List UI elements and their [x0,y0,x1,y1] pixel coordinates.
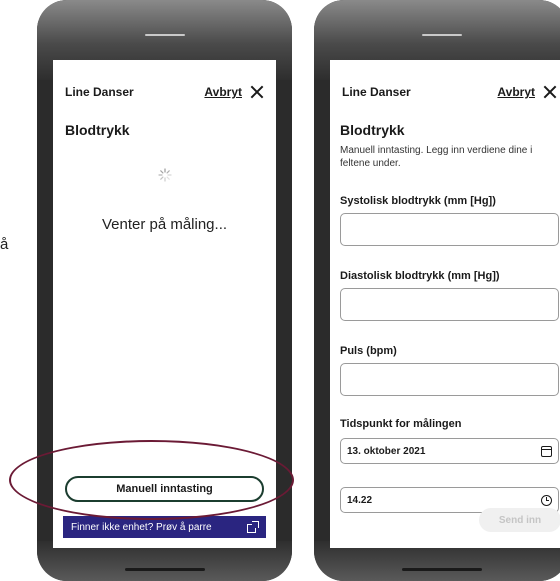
pair-device-bar[interactable]: Finner ikke enhet? Prøv å parre [63,516,266,538]
date-value: 13. oktober 2021 [347,445,426,457]
home-indicator [401,568,482,571]
header-actions: Avbryt [204,85,264,99]
page-subtitle: Manuell inntasting. Legg inn verdiene di… [340,145,533,169]
time-label: Tidspunkt for målingen [340,418,462,430]
screen-header: Line Danser Avbryt [65,82,264,102]
systolic-label: Systolisk blodtrykk (mm [Hg]) [340,195,496,207]
waiting-screen: Line Danser Avbryt Blodtrykk Venter på m… [53,60,276,548]
external-link-icon [247,520,259,533]
diastolic-input[interactable] [340,288,559,321]
manual-entry-screen: Line Danser Avbryt Blodtrykk Manuell inn… [330,60,560,548]
spinner-icon [157,168,172,182]
user-name: Line Danser [342,85,411,99]
clock-icon [541,494,552,506]
time-value: 14.22 [347,494,373,506]
page-title: Blodtrykk [65,122,130,138]
right-phone: Line Danser Avbryt Blodtrykk Manuell inn… [314,0,560,581]
header-actions: Avbryt [497,85,557,99]
home-indicator [124,568,205,571]
pulse-label: Puls (bpm) [340,345,397,357]
calendar-icon [541,445,552,457]
user-name: Line Danser [65,85,134,99]
waiting-message: Venter på måling... [101,216,228,233]
page-title: Blodtrykk [340,122,405,138]
manual-entry-button[interactable]: Manuell inntasting [65,476,264,502]
cancel-link[interactable]: Avbryt [497,85,535,99]
submit-button[interactable]: Send inn [479,508,560,532]
speaker [144,34,185,36]
screen-header: Line Danser Avbryt [342,82,557,102]
close-icon[interactable] [543,85,557,99]
pair-device-label: Finner ikke enhet? Prøv å parre [71,521,212,533]
cancel-link[interactable]: Avbryt [204,85,242,99]
date-field[interactable]: 13. oktober 2021 [340,438,559,464]
stray-text: å [0,236,9,253]
diastolic-label: Diastolisk blodtrykk (mm [Hg]) [340,270,500,282]
close-icon[interactable] [250,85,264,99]
left-phone: Line Danser Avbryt Blodtrykk Venter på m… [37,0,292,581]
pulse-input[interactable] [340,363,559,396]
speaker [421,34,462,36]
systolic-input[interactable] [340,213,559,246]
